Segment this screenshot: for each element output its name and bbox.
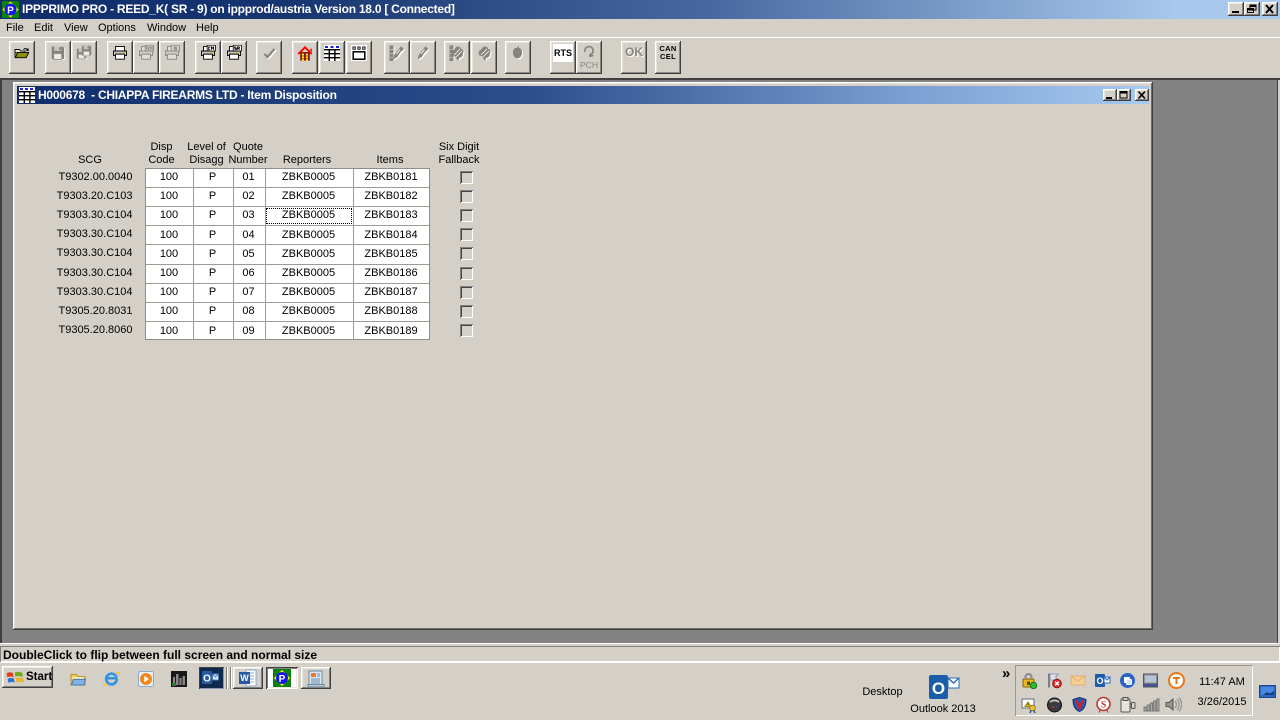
svg-text:PCH: PCH: [580, 60, 598, 70]
svg-text:P: P: [279, 674, 286, 685]
svg-text:O: O: [1096, 676, 1103, 686]
svg-text:W: W: [240, 673, 249, 683]
svg-text:O: O: [203, 674, 211, 685]
svg-text:O: O: [932, 679, 945, 698]
svg-text:S: S: [1101, 701, 1106, 711]
svg-text:P: P: [7, 6, 14, 17]
